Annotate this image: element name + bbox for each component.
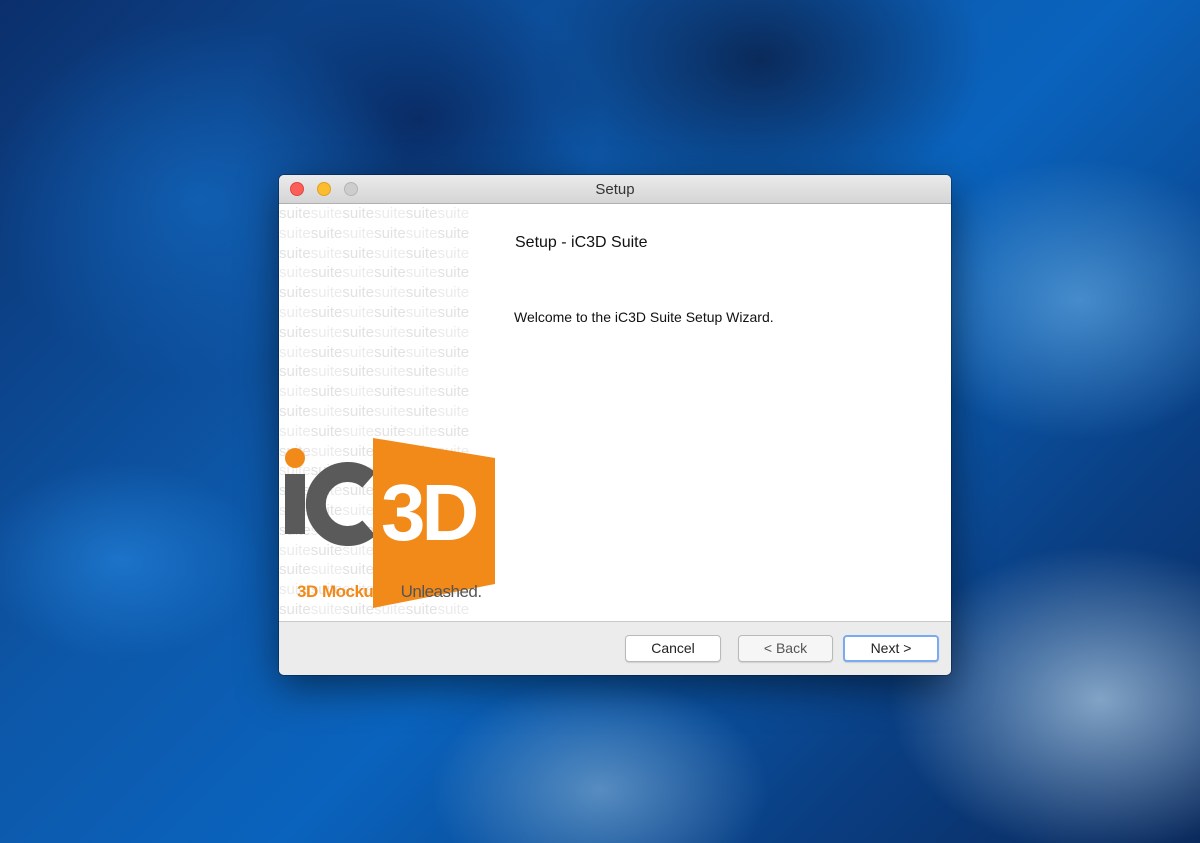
window-title: Setup	[595, 181, 635, 198]
back-button[interactable]: < Back	[738, 635, 833, 662]
button-bar: Cancel < Back Next >	[279, 621, 951, 675]
tagline-bold: 3D Mockups.	[297, 582, 397, 601]
welcome-text: Welcome to the iC3D Suite Setup Wizard.	[514, 309, 774, 325]
tagline-regular: Unleashed.	[400, 582, 483, 601]
logo-tagline: 3D Mockups. Unleashed.	[297, 582, 482, 602]
setup-window: Setup suitesuitesuitesuitesuitesuite suit…	[279, 175, 951, 675]
wizard-sidebar-image: suitesuitesuitesuitesuitesuite suitesuite…	[279, 204, 501, 621]
wizard-content: suitesuitesuitesuitesuitesuite suitesuite…	[279, 204, 951, 621]
page-title: Setup - iC3D Suite	[515, 234, 648, 251]
logo-3d-text: 3D	[381, 468, 476, 557]
title-bar[interactable]: Setup	[279, 175, 951, 204]
next-button[interactable]: Next >	[843, 635, 939, 662]
cancel-button[interactable]: Cancel	[625, 635, 721, 662]
